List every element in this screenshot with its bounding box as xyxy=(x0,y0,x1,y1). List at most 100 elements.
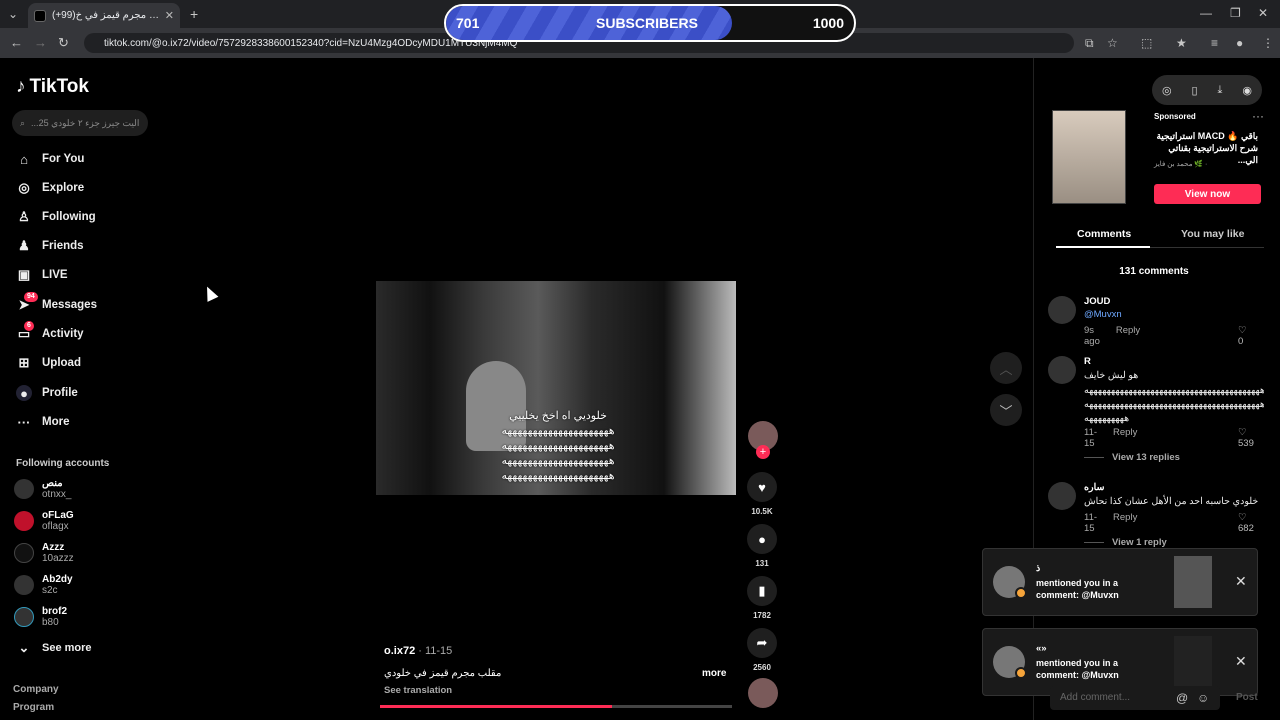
commenter-name[interactable]: R xyxy=(1084,356,1091,367)
logo-text: TikTok xyxy=(29,76,89,97)
nav-explore[interactable]: ◎ Explore xyxy=(16,180,84,196)
reply-button[interactable]: Reply xyxy=(1113,427,1137,449)
nav-more[interactable]: ··· More xyxy=(16,414,70,430)
post-button[interactable]: Post xyxy=(1236,692,1258,703)
following-account[interactable]: منص otnxx_ xyxy=(14,478,71,500)
menu-icon[interactable]: ⋮ xyxy=(1262,37,1274,49)
ad-thumbnail[interactable] xyxy=(1052,110,1126,204)
nav-upload[interactable]: ⊞ Upload xyxy=(16,355,81,371)
comment-count: 131 xyxy=(755,559,769,568)
nav-for-you[interactable]: ⌂ For You xyxy=(16,151,84,167)
nav-activity[interactable]: ▭ 6 Activity xyxy=(16,321,84,342)
extensions-icon[interactable]: ⬚ xyxy=(1141,37,1152,49)
ad-more-icon[interactable]: ··· xyxy=(1252,110,1264,122)
heart-icon: ♥ xyxy=(747,472,777,502)
comment-like[interactable]: ♡ 682 xyxy=(1238,512,1254,534)
activity-icon: ▭ 6 xyxy=(16,321,34,342)
profile-avatar-icon[interactable]: ● xyxy=(1236,37,1243,49)
nav-messages[interactable]: ➤ 94 Messages xyxy=(16,292,97,313)
like-count: 0 xyxy=(1238,336,1244,347)
account-handle: s2c xyxy=(42,585,58,596)
see-more-button[interactable]: ⌄ See more xyxy=(16,640,92,656)
video-player[interactable]: خلوديي اه اخخ يخلييي ههههههههههههههههههه… xyxy=(376,281,736,495)
comment-like[interactable]: ♡ 539 xyxy=(1238,427,1254,449)
nav-profile[interactable]: ● Profile xyxy=(16,385,78,401)
comment-like[interactable]: ♡ 0 xyxy=(1238,325,1247,347)
following-account[interactable]: Azzz 10azzz xyxy=(14,542,74,564)
avatar[interactable] xyxy=(1048,296,1076,324)
compass-icon[interactable]: ◎ xyxy=(1162,84,1172,97)
subscriber-current: 701 xyxy=(456,15,480,31)
maximize-icon[interactable]: ❐ xyxy=(1230,7,1241,19)
mention-icon[interactable]: @ xyxy=(1176,692,1188,704)
following-account[interactable]: oFLaG oflagx xyxy=(14,510,74,532)
close-icon[interactable]: ✕ xyxy=(1235,573,1247,590)
comment-button[interactable]: ● 131 xyxy=(746,524,778,568)
following-account[interactable]: Ab2dy s2c xyxy=(14,574,73,596)
like-button[interactable]: ♥ 10.5K xyxy=(746,472,778,516)
reply-button[interactable]: Reply xyxy=(1116,325,1140,347)
account-name: Azzz xyxy=(42,542,65,553)
close-window-icon[interactable]: ✕ xyxy=(1258,7,1268,19)
minimize-icon[interactable]: — xyxy=(1200,7,1212,19)
active-tab-underline xyxy=(1056,246,1150,248)
previous-video-button[interactable]: ︿ xyxy=(990,352,1022,384)
friends-icon: ♟ xyxy=(18,238,30,253)
follow-plus-icon[interactable]: + xyxy=(756,445,770,459)
avatar[interactable] xyxy=(1048,482,1076,510)
search-icon: ⌕ xyxy=(20,117,26,128)
favorites-icon[interactable]: ★ xyxy=(1176,37,1187,49)
new-tab-icon[interactable]: + xyxy=(190,7,198,21)
tab-search-icon[interactable]: ⌄ xyxy=(8,8,18,20)
tiktok-logo[interactable]: ♪ TikTok xyxy=(16,76,89,98)
close-tab-icon[interactable]: ✕ xyxy=(165,9,174,22)
account-name: oFLaG xyxy=(42,510,74,521)
see-translation-button[interactable]: See translation xyxy=(384,685,452,696)
subscriber-label: SUBSCRIBERS xyxy=(596,15,698,31)
view-replies-button[interactable]: View 1 reply xyxy=(1084,537,1167,548)
close-icon[interactable]: ✕ xyxy=(1235,653,1247,670)
bookmark-icon: ▮ xyxy=(747,576,777,606)
mention-badge-icon xyxy=(1015,587,1027,599)
nav-label: For You xyxy=(42,153,85,165)
footer-company[interactable]: Company xyxy=(13,684,59,695)
video-progress-bar[interactable] xyxy=(380,705,732,708)
view-replies-button[interactable]: View 13 replies xyxy=(1084,452,1180,463)
account-avatar-icon[interactable]: ◉ xyxy=(1242,84,1252,97)
phone-icon[interactable]: ▯ xyxy=(1192,84,1198,97)
mention-notification[interactable]: ذ mentioned you in a comment: @Muvxn ✕ xyxy=(982,548,1258,616)
nav-label: LIVE xyxy=(42,269,68,281)
comment-input[interactable]: Add comment... xyxy=(1050,686,1220,710)
following-account[interactable]: brof2 b80 xyxy=(14,606,67,628)
next-video-button[interactable]: ﹀ xyxy=(990,394,1022,426)
share-button[interactable]: ➦ 2560 xyxy=(746,628,778,672)
browser-tab[interactable]: مقلب مجرم قيمز في خ(99+) ✕ xyxy=(28,3,180,28)
download-icon[interactable]: ⤓ xyxy=(1218,84,1223,97)
account-name: منص xyxy=(42,478,63,489)
tab-comments[interactable]: Comments xyxy=(1077,228,1131,240)
forward-icon[interactable]: → xyxy=(34,36,47,49)
avatar[interactable] xyxy=(1048,356,1076,384)
reply-button[interactable]: Reply xyxy=(1113,512,1137,534)
avatar xyxy=(14,511,34,531)
more-button[interactable]: more xyxy=(702,668,726,679)
nav-following[interactable]: ♙ Following xyxy=(16,209,95,225)
save-button[interactable]: ▮ 1782 xyxy=(746,576,778,620)
tab-you-may-like[interactable]: You may like xyxy=(1181,228,1244,240)
commenter-name[interactable]: JOUD xyxy=(1084,296,1110,307)
media-icon[interactable]: ≡ xyxy=(1211,37,1218,49)
music-disc-avatar[interactable] xyxy=(748,678,778,708)
emoji-icon[interactable]: ☺ xyxy=(1197,692,1209,704)
back-icon[interactable]: ← xyxy=(10,36,23,49)
nav-friends[interactable]: ♟ Friends xyxy=(16,238,83,254)
reload-icon[interactable]: ↻ xyxy=(58,36,69,49)
nav-live[interactable]: ▣ LIVE xyxy=(16,267,68,283)
ad-author: محمد بن فايز 🌿 · xyxy=(1154,161,1208,168)
bookmark-star-icon[interactable]: ☆ xyxy=(1107,37,1118,49)
install-icon[interactable]: ⧉ xyxy=(1085,37,1094,49)
commenter-name[interactable]: ساره xyxy=(1084,482,1104,493)
search-input[interactable]: ⌕ ...اليت جيرز جزء ٢ خلودي 25 xyxy=(12,110,148,136)
video-author-line[interactable]: o.ix72 · 11-15 xyxy=(384,645,452,657)
footer-program[interactable]: Program xyxy=(13,702,54,713)
view-now-button[interactable]: View now xyxy=(1154,184,1261,204)
